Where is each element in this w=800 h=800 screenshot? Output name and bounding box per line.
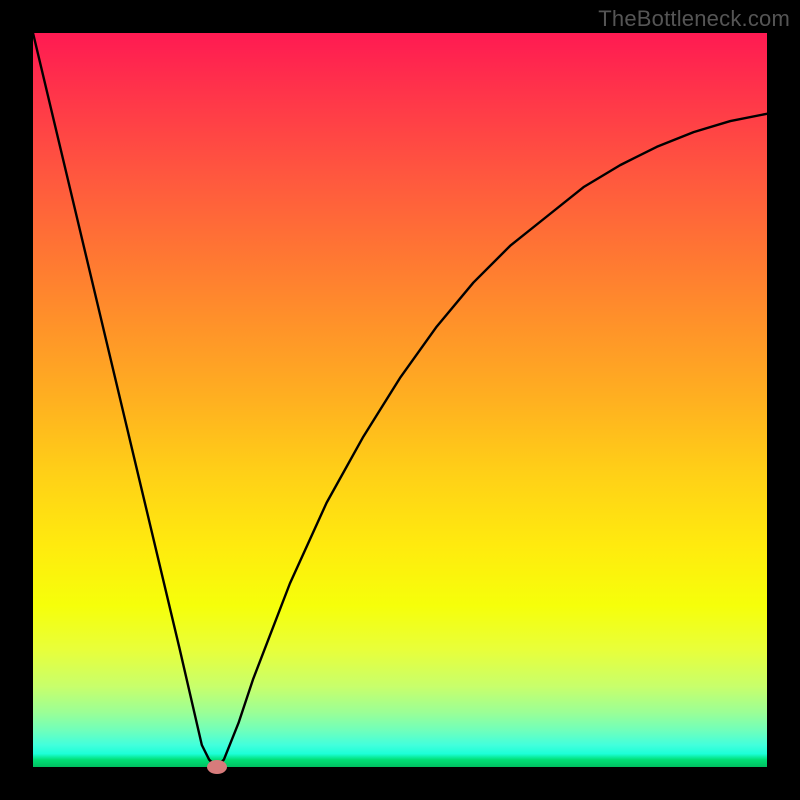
optimum-marker [207, 760, 227, 774]
attribution-text: TheBottleneck.com [598, 6, 790, 32]
bottleneck-curve [33, 33, 767, 767]
chart-stage: TheBottleneck.com [0, 0, 800, 800]
plot-area [33, 33, 767, 767]
